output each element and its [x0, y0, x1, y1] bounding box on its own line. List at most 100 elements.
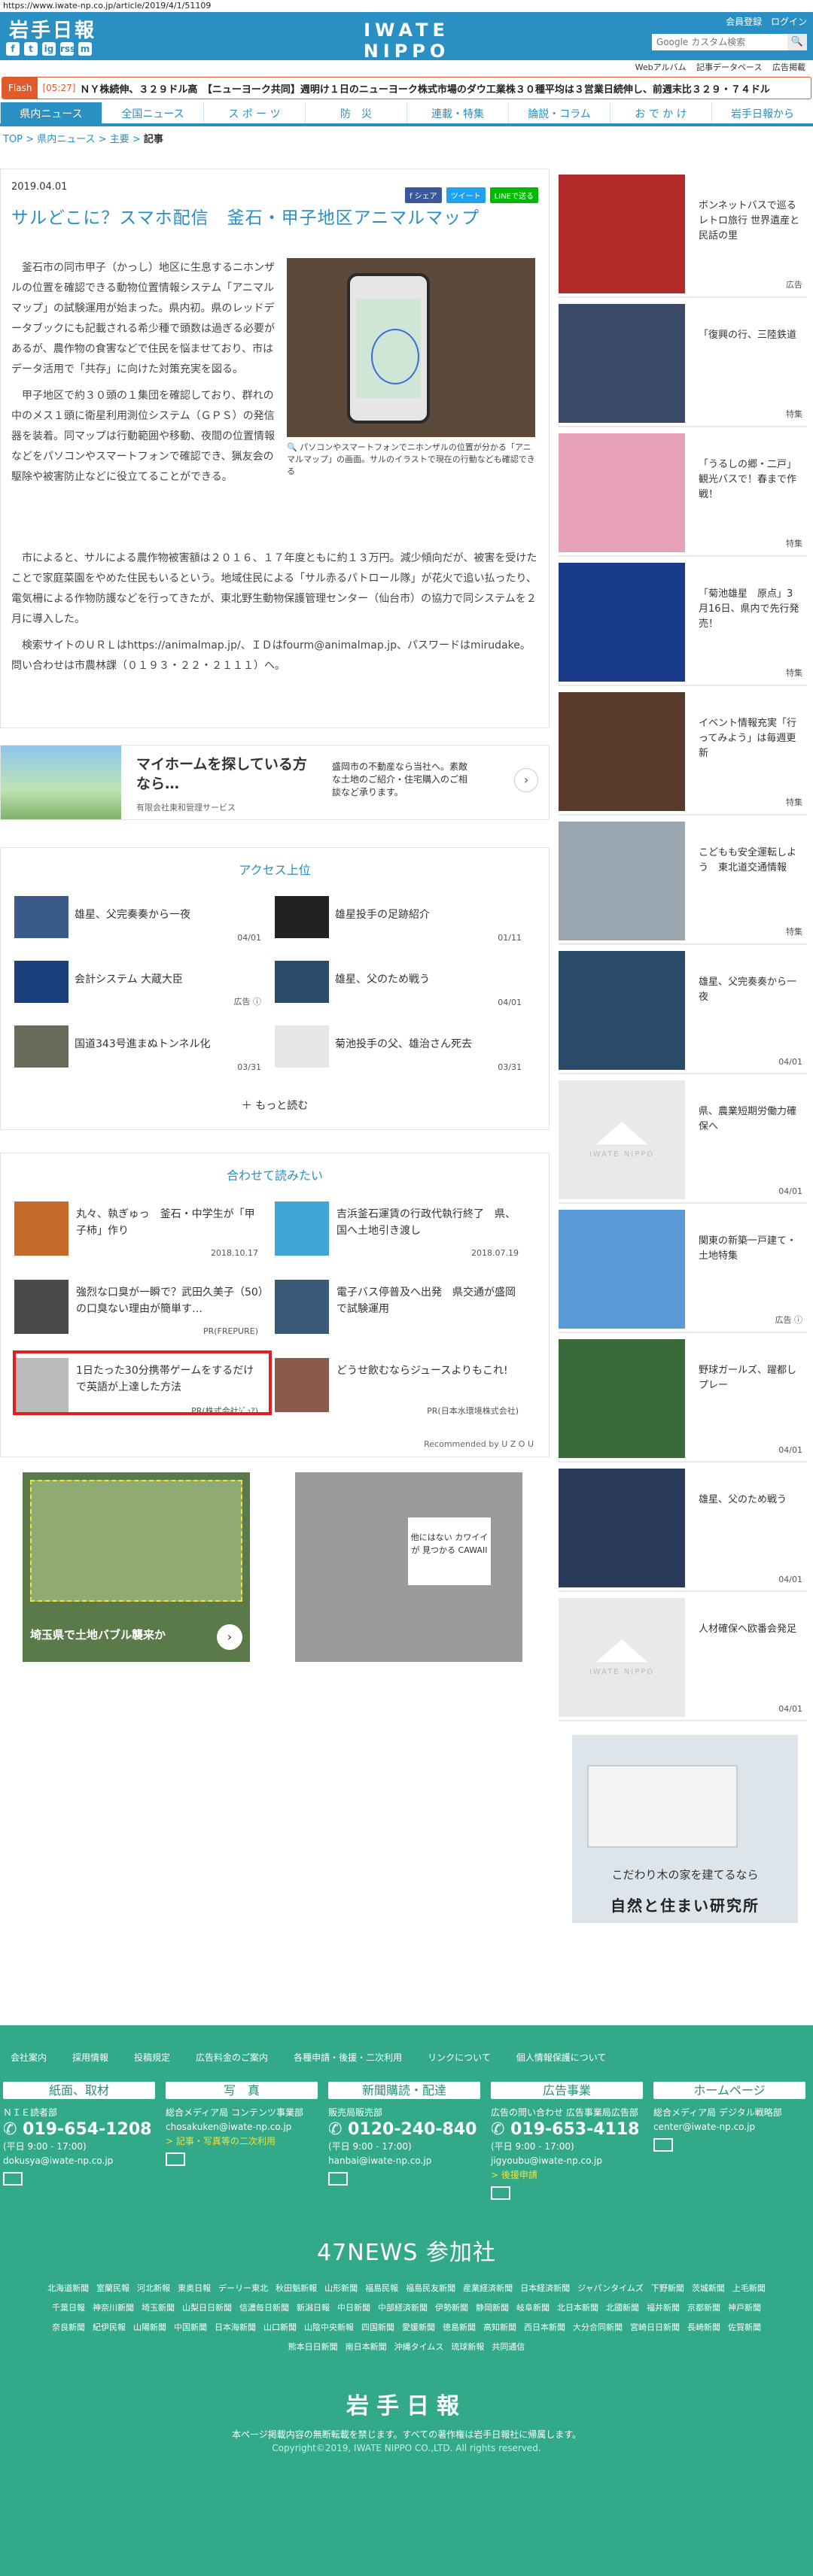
phone-number[interactable]: ✆ 0120-240-840 [328, 2119, 480, 2140]
related-item-title[interactable]: 強烈な口臭が一瞬で？武田久美子（50）の口臭ない理由が簡単す… [76, 1284, 264, 1317]
news47-member[interactable]: 沖縄タイムス [394, 2338, 444, 2357]
ranking-item-title[interactable]: 会計システム 大蔵大臣 [75, 971, 255, 986]
nav-sports[interactable]: ス ポ ー ツ [203, 102, 305, 123]
news47-member[interactable]: 福島民友新聞 [406, 2279, 455, 2298]
related-item[interactable]: 1日たった30分携帯ゲームをするだけで英語が上達した方法 PR(株式会社ｼﾞｭｱ) [13, 1350, 275, 1432]
news47-member[interactable]: 日本海新聞 [215, 2318, 256, 2338]
news47-member[interactable]: 山口新聞 [263, 2318, 297, 2338]
sidebar-item-title[interactable]: 県、農業短期労働力確保へ [699, 1104, 802, 1135]
secondary-link[interactable]: > 記事・写真等の二次利用 [166, 2135, 318, 2148]
sidebar-item[interactable]: 「復興の行、三陸鉄道 特集 [559, 298, 807, 427]
search-icon[interactable]: 🔍 [787, 34, 807, 50]
sidebar-item-title[interactable]: ボンネットバスで巡るレトロ旅行 世界遺産と民話の里 [699, 199, 802, 244]
nav-series[interactable]: 連載・特集 [406, 102, 508, 123]
news47-member[interactable]: 紀伊民報 [93, 2318, 126, 2338]
sidebar-item[interactable]: こどもも安全運転しよう 東北道交通情報 特集 [559, 816, 807, 945]
related-item[interactable]: 電子バス停普及へ出発 県交通が盛岡で試験運用 [275, 1275, 535, 1353]
news47-member[interactable]: 日本経済新聞 [520, 2279, 570, 2298]
sidebar-item-title[interactable]: 野球ガールズ、躍都しプレー [699, 1363, 802, 1393]
ranking-item[interactable]: 雄星、父のため戦う 04/01 [275, 956, 535, 1021]
sidebar-item[interactable]: 雄星、父のため戦う 04/01 [559, 1463, 807, 1592]
sidebar-item[interactable]: イベント情報充実「行ってみよう」は毎週更新 特集 [559, 686, 807, 816]
article-photo[interactable] [287, 258, 535, 437]
sidebar-item[interactable]: ボンネットバスで巡るレトロ旅行 世界遺産と民話の里 広告 [559, 169, 807, 298]
ranking-item-title[interactable]: 雄星、父のため戦う [335, 971, 516, 986]
sidebar-item-title[interactable]: 「菊池雄星 原点」3月16日、県内で先行発売！ [699, 587, 802, 632]
news47-member[interactable]: 北日本新聞 [557, 2298, 598, 2318]
news47-member[interactable]: 徳島新聞 [443, 2318, 476, 2338]
news47-member[interactable]: 岐阜新聞 [516, 2298, 550, 2318]
news47-member[interactable]: 千葉日報 [52, 2298, 85, 2318]
breadcrumb-main[interactable]: 主要 [110, 134, 129, 145]
news47-member[interactable]: 高知新聞 [483, 2318, 516, 2338]
mail-icon[interactable] [491, 2186, 510, 2200]
sidebar-item-title[interactable]: イベント情報充実「行ってみよう」は毎週更新 [699, 716, 802, 761]
flash-news-ticker[interactable]: Flash [05:27] ＮＹ株続伸、３２９ドル高 【ニューヨーク共同】週明け… [2, 77, 811, 99]
news47-member[interactable]: 山陽新聞 [133, 2318, 166, 2338]
ranking-item[interactable]: 雄星投手の足跡紹介 01/11 [275, 892, 535, 956]
footer-logo[interactable]: 岩手日報 [0, 2387, 813, 2420]
news47-member[interactable]: 福島民報 [365, 2279, 398, 2298]
instagram-icon[interactable]: ig [42, 42, 56, 56]
related-item-title[interactable]: 吉浜釜石運賃の行政代執行終了 県、国へ土地引き渡し [336, 1206, 525, 1239]
news47-member[interactable]: 河北新報 [137, 2279, 170, 2298]
land-ad[interactable]: 埼玉県で土地バブル襲来か › [23, 1472, 250, 1662]
database-link[interactable]: 記事データベース [696, 62, 762, 72]
sidebar-item-title[interactable]: 「復興の行、三陸鉄道 [699, 328, 802, 343]
nav-from-nippo[interactable]: 岩手日報から [711, 102, 813, 123]
news47-member[interactable]: 北海道新聞 [47, 2279, 89, 2298]
line-share-button[interactable]: LINEで送る [489, 187, 538, 203]
news47-member[interactable]: 宮崎日日新聞 [630, 2318, 680, 2338]
mail-icon[interactable] [328, 2172, 348, 2186]
footer-link[interactable]: リンクについて [428, 2051, 491, 2064]
news47-member[interactable]: 信濃毎日新聞 [239, 2298, 289, 2318]
phone-number[interactable]: ✆ 019-654-1208 [3, 2119, 155, 2140]
news47-member[interactable]: 埼玉新聞 [142, 2298, 175, 2318]
news47-member[interactable]: 産業経済新聞 [463, 2279, 513, 2298]
news47-member[interactable]: 中部経済新聞 [378, 2298, 428, 2318]
register-link[interactable]: 会員登録 [726, 15, 762, 28]
chevron-right-icon[interactable]: › [217, 1624, 242, 1650]
news47-member[interactable]: 南日本新聞 [346, 2338, 387, 2357]
sidebar-item-title[interactable]: 関東の新築一戸建て・土地特集 [699, 1234, 802, 1264]
phone-number[interactable]: ✆ 019-653-4118 [491, 2119, 643, 2140]
sidebar-item[interactable]: 「うるしの郷・二戸」観光バスで！春まで作戦！ 特集 [559, 427, 807, 557]
mail-icon[interactable]: m [78, 42, 92, 56]
footer-link[interactable]: 広告料金のご案内 [196, 2051, 268, 2064]
rss-icon[interactable]: rss [60, 42, 75, 56]
news47-member[interactable]: 福井新聞 [647, 2298, 680, 2318]
news47-member[interactable]: 神奈川新聞 [93, 2298, 134, 2318]
news47-member[interactable]: 大分合同新聞 [573, 2318, 623, 2338]
news47-member[interactable]: 上毛新聞 [732, 2279, 766, 2298]
footer-link[interactable]: 個人情報保護について [516, 2051, 607, 2064]
news47-member[interactable]: 熊本日日新聞 [288, 2338, 338, 2357]
email-address[interactable]: dokusya@iwate-np.co.jp [3, 2155, 155, 2167]
news47-member[interactable]: 静岡新聞 [476, 2298, 509, 2318]
sidebar-item-title[interactable]: 雄星、父のため戦う [699, 1493, 802, 1508]
footer-link[interactable]: 各種申請・後援・二次利用 [294, 2051, 402, 2064]
news47-member[interactable]: デーリー東北 [218, 2279, 268, 2298]
news47-member[interactable]: 山形新聞 [324, 2279, 358, 2298]
mail-icon[interactable] [3, 2172, 23, 2186]
footer-link[interactable]: 投稿規定 [134, 2051, 170, 2064]
news47-member[interactable]: 東奥日報 [178, 2279, 211, 2298]
news47-member[interactable]: 共同通信 [492, 2338, 525, 2357]
facebook-share-button[interactable]: f シェア [404, 187, 442, 203]
news47-member[interactable]: 山陰中央新報 [304, 2318, 354, 2338]
nav-disaster[interactable]: 防 災 [305, 102, 406, 123]
nav-outing[interactable]: お で か け [610, 102, 711, 123]
fashion-ad[interactable]: 他にはない カワイイが 見つかる CAWAII [295, 1472, 522, 1662]
news47-member[interactable]: ジャパンタイムズ [577, 2279, 644, 2298]
facebook-icon[interactable]: f [6, 42, 20, 56]
footer-link[interactable]: 採用情報 [72, 2051, 108, 2064]
ranking-item-title[interactable]: 雄星、父完奏奏から一夜 [75, 907, 255, 922]
news47-member[interactable]: 山梨日日新聞 [182, 2298, 232, 2318]
nav-column[interactable]: 論説・コラム [508, 102, 610, 123]
news47-member[interactable]: 茨城新聞 [692, 2279, 725, 2298]
news47-member[interactable]: 神戸新聞 [728, 2298, 761, 2318]
related-item[interactable]: どうせ飲むならジュースよりもこれ! PR(日本水環境株式会社) [275, 1353, 535, 1432]
news47-member[interactable]: 奈良新聞 [52, 2318, 85, 2338]
news47-member[interactable]: 下野新聞 [651, 2279, 684, 2298]
footer-link[interactable]: 会社案内 [11, 2051, 47, 2064]
sidebar-item-title[interactable]: 人材確保へ欧番会発足 [699, 1622, 802, 1637]
